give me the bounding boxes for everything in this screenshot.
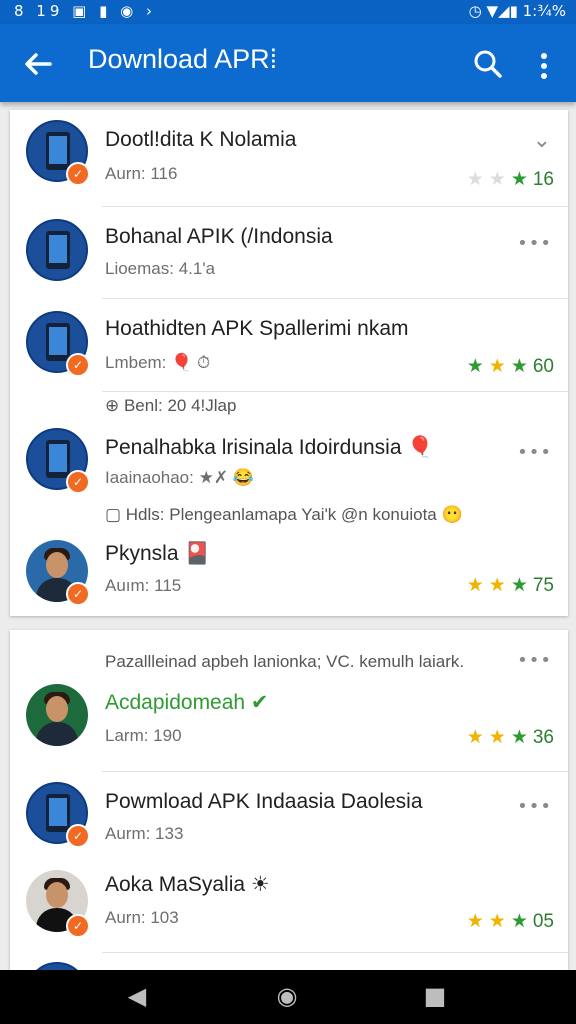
info-note: ⊕ Benl: 20 4!Jlap bbox=[105, 396, 237, 415]
star-icon: ★ bbox=[488, 726, 506, 748]
app-name: Powmload APK Indaasia Daolesia bbox=[105, 790, 423, 813]
rating-count: 16 bbox=[532, 169, 554, 190]
more-horiz-icon[interactable]: ••• bbox=[517, 796, 552, 817]
app-list-card: Pazallleinad apbeh lanionka; VC. kemulh … bbox=[10, 630, 568, 1024]
app-meta: Auım: 115 bbox=[105, 576, 182, 595]
more-vert-icon[interactable] bbox=[530, 46, 558, 86]
badge-icon: ✓ bbox=[66, 470, 90, 494]
search-icon[interactable] bbox=[468, 44, 508, 84]
badge-icon: ✓ bbox=[66, 824, 90, 848]
badge-icon: ✓ bbox=[66, 162, 90, 186]
app-name: Pkynsla 🎴 bbox=[105, 542, 211, 565]
app-meta: Lmbem: 🎈 ⏱ bbox=[105, 353, 211, 372]
back-arrow-icon[interactable] bbox=[18, 44, 58, 84]
star-icon: ★ bbox=[488, 168, 506, 190]
star-icon: ★ bbox=[510, 910, 528, 932]
star-icon: ★ bbox=[466, 355, 484, 377]
info-note: ▢ Hdls: Plengeanlamapa Yai'k @n konuiota… bbox=[105, 505, 463, 524]
rating: ★ ★ ★ 36 bbox=[467, 726, 554, 749]
list-item[interactable]: ✓ Powmload APK Indaasia Daolesia Aurm: 1… bbox=[10, 772, 568, 856]
badge-icon: ✓ bbox=[66, 914, 90, 938]
star-icon: ★ bbox=[488, 574, 506, 596]
badge-icon: ✓ bbox=[66, 582, 90, 606]
rating-count: 75 bbox=[532, 575, 554, 596]
navigation-bar: ◀ ◉ ■ bbox=[0, 970, 576, 1024]
status-icons-right: ◷ ▼◢▮ 1:¾% bbox=[468, 2, 566, 20]
star-icon: ★ bbox=[466, 910, 484, 932]
list-item[interactable]: Acdapidomeah ✔ Larm: 190 ★ ★ ★ 36 bbox=[10, 678, 568, 770]
app-name: Penalhabka lrisinala Idoirdunsia 🎈 bbox=[105, 436, 434, 459]
app-list-card: ✓ Dootl!dita K Nolamia Aurn: 116 ⌄ ★ ★ ★ 16… bbox=[10, 110, 568, 616]
app-icon: ✓ bbox=[26, 428, 90, 494]
star-icon: ★ bbox=[466, 726, 484, 748]
status-bar: 8 19 ▣ ▮ ◉ › ◷ ▼◢▮ 1:¾% bbox=[0, 0, 576, 24]
rating-count: 36 bbox=[532, 727, 554, 748]
app-name: Hoathidten APK Spallerimi nkam bbox=[105, 317, 409, 340]
star-icon: ★ bbox=[510, 355, 528, 377]
list-item[interactable]: ✓ Penalhabka lrisinala Idoirdunsia 🎈 Iaa… bbox=[10, 422, 568, 502]
star-icon: ★ bbox=[510, 726, 528, 748]
list-item[interactable]: ✓ Hoathidten APK Spallerimi nkam Lmbem: … bbox=[10, 299, 568, 391]
avatar bbox=[26, 684, 88, 746]
app-meta: Lioemas: 4.1'a bbox=[105, 259, 216, 278]
app-icon: ✓ bbox=[26, 120, 90, 186]
nav-recents-icon[interactable]: ■ bbox=[420, 982, 450, 1012]
app-icon bbox=[26, 219, 88, 281]
list-item[interactable]: ✓ Dootl!dita K Nolamia Aurn: 116 ⌄ ★ ★ ★ 16 bbox=[10, 110, 568, 206]
list-item[interactable]: ✓ Aoka MaSyalia ☀ Aurn: 103 ★ ★ ★ 05 bbox=[10, 856, 568, 952]
app-meta: Aurn: 103 bbox=[105, 908, 179, 927]
app-icon: ✓ bbox=[26, 782, 90, 848]
rating-count: 60 bbox=[532, 356, 554, 377]
list-item[interactable]: Bohanal APIK (/Indonsia Lioemas: 4.1'a •… bbox=[10, 207, 568, 297]
rating: ★ ★ ★ 16 bbox=[467, 168, 554, 191]
app-name: Acdapidomeah ✔ bbox=[105, 691, 269, 714]
star-icon: ★ bbox=[510, 574, 528, 596]
app-name: Bohanal APIK (/Indonsia bbox=[105, 225, 333, 248]
star-icon: ★ bbox=[466, 574, 484, 596]
star-icon: ★ bbox=[510, 168, 528, 190]
chevron-down-icon[interactable]: ⌄ bbox=[533, 128, 552, 153]
app-meta: Iaainaohao: ★✗ 😂 bbox=[105, 468, 254, 487]
rating: ★ ★ ★ 75 bbox=[467, 574, 554, 597]
app-meta: Aurm: 133 bbox=[105, 824, 184, 843]
star-icon: ★ bbox=[488, 355, 506, 377]
more-horiz-icon[interactable]: ••• bbox=[517, 650, 552, 671]
star-icon: ★ bbox=[466, 168, 484, 190]
app-meta: Larm: 190 bbox=[105, 726, 182, 745]
app-bar: Download APR⁞ bbox=[0, 24, 576, 102]
more-horiz-icon[interactable]: ••• bbox=[517, 233, 552, 254]
rating: ★ ★ ★ 60 bbox=[467, 355, 554, 378]
badge-icon: ✓ bbox=[66, 353, 90, 377]
list-item[interactable]: ✓ Pkynsla 🎴 Auım: 115 ★ ★ ★ 75 bbox=[10, 530, 568, 616]
app-name: Aoka MaSyalia ☀ bbox=[105, 873, 270, 896]
rating-count: 05 bbox=[532, 911, 554, 932]
more-horiz-icon[interactable]: ••• bbox=[517, 442, 552, 463]
status-icons-left: 8 19 ▣ ▮ ◉ › bbox=[14, 2, 156, 20]
nav-home-icon[interactable]: ◉ bbox=[272, 982, 302, 1012]
star-icon: ★ bbox=[488, 910, 506, 932]
app-icon: ✓ bbox=[26, 311, 90, 377]
section-header: Pazallleinad apbeh lanionka; VC. kemulh … bbox=[105, 652, 465, 671]
app-name: Dootl!dita K Nolamia bbox=[105, 128, 297, 151]
nav-back-icon[interactable]: ◀ bbox=[122, 982, 152, 1012]
page-title: Download APR⁞ bbox=[88, 44, 278, 74]
app-meta: Aurn: 116 bbox=[105, 164, 178, 183]
rating: ★ ★ ★ 05 bbox=[467, 910, 554, 933]
